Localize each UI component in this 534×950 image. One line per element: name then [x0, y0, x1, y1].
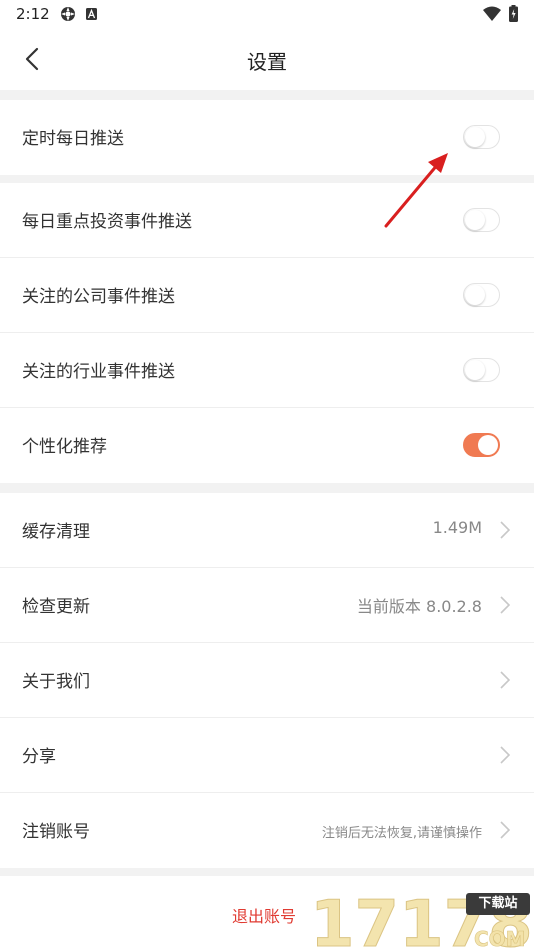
setting-row-personalized-recommend[interactable]: 个性化推荐	[0, 408, 534, 483]
toggle-knob	[465, 127, 485, 147]
chevron-right-icon	[500, 746, 511, 764]
toggle-knob	[465, 360, 485, 380]
watermark-badge: 下载站	[466, 893, 530, 915]
header-bar: 设置	[0, 28, 534, 90]
delete-account-warning: 注销后无法恢复,请谨慎操作	[321, 826, 482, 841]
toggle-knob	[465, 285, 485, 305]
company-event-push-toggle[interactable]	[463, 283, 500, 307]
setting-label: 关于我们	[22, 672, 90, 692]
status-bar: 2:12	[0, 0, 534, 28]
settings-gear-icon	[61, 7, 75, 21]
wifi-icon	[483, 6, 501, 21]
setting-row-delete-account[interactable]: 注销账号 注销后无法恢复,请谨慎操作	[0, 793, 534, 868]
setting-label: 关注的公司事件推送	[22, 287, 175, 307]
chevron-right-icon	[500, 596, 511, 614]
setting-label: 缓存清理	[22, 522, 90, 542]
daily-push-toggle[interactable]	[463, 125, 500, 149]
setting-label: 注销账号	[22, 822, 90, 842]
setting-row-cache-clean[interactable]: 缓存清理 1.49M	[0, 493, 534, 568]
watermark-domain: COM	[474, 927, 526, 950]
toggle-knob	[465, 210, 485, 230]
event-push-group: 每日重点投资事件推送 关注的公司事件推送 关注的行业事件推送 个性化推荐	[0, 183, 534, 483]
industry-event-push-toggle[interactable]	[463, 358, 500, 382]
push-settings-group: 定时每日推送	[0, 100, 534, 175]
setting-row-share[interactable]: 分享	[0, 718, 534, 793]
key-investment-push-toggle[interactable]	[463, 208, 500, 232]
setting-row-daily-push[interactable]: 定时每日推送	[0, 100, 534, 175]
personalized-recommend-toggle[interactable]	[463, 433, 500, 457]
setting-row-industry-event-push[interactable]: 关注的行业事件推送	[0, 333, 534, 408]
chevron-right-icon	[500, 521, 511, 539]
setting-row-check-update[interactable]: 检查更新 当前版本 8.0.2.8	[0, 568, 534, 643]
chevron-right-icon	[500, 821, 511, 839]
setting-label: 分享	[22, 747, 56, 767]
setting-row-about-us[interactable]: 关于我们	[0, 643, 534, 718]
setting-row-company-event-push[interactable]: 关注的公司事件推送	[0, 258, 534, 333]
setting-label: 每日重点投资事件推送	[22, 212, 192, 232]
logout-button[interactable]: 退出账号	[232, 903, 296, 927]
setting-label: 个性化推荐	[22, 437, 107, 457]
app-a-icon	[86, 8, 97, 20]
setting-row-key-investment-push[interactable]: 每日重点投资事件推送	[0, 183, 534, 258]
misc-settings-group: 缓存清理 1.49M 检查更新 当前版本 8.0.2.8 关于我们 分享 注销账…	[0, 493, 534, 868]
version-value: 当前版本 8.0.2.8	[356, 597, 482, 616]
setting-label: 检查更新	[22, 597, 90, 617]
page-title: 设置	[247, 50, 287, 74]
toggle-knob	[478, 435, 498, 455]
battery-icon	[509, 5, 518, 22]
cache-size-value: 1.49M	[432, 518, 482, 537]
setting-label: 关注的行业事件推送	[22, 362, 175, 382]
status-time: 2:12	[16, 5, 50, 23]
setting-label: 定时每日推送	[22, 129, 124, 149]
chevron-right-icon	[500, 671, 511, 689]
